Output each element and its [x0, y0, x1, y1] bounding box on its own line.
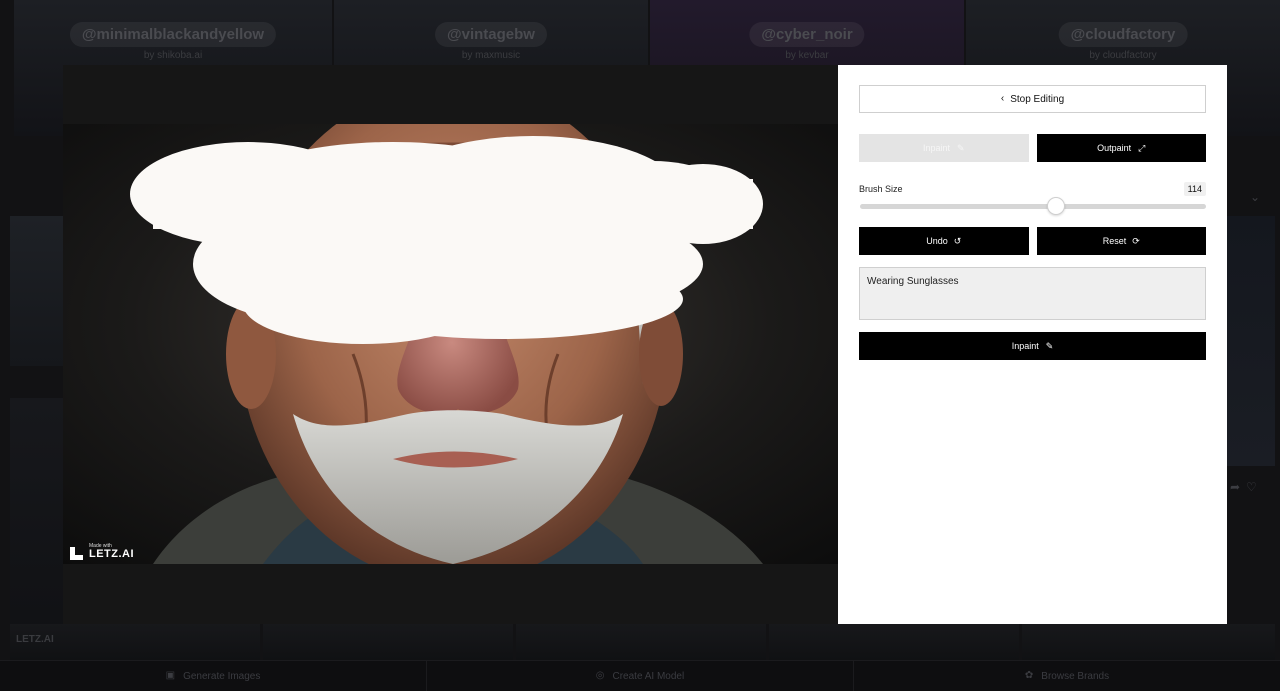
tile-handle: @minimalblackandyellow — [69, 22, 277, 47]
stop-editing-button[interactable]: ‹ Stop Editing — [859, 85, 1206, 113]
gallery-thumb — [1022, 624, 1275, 660]
watermark: LETZ.AI — [16, 634, 54, 645]
nav-generate-images[interactable]: ▣ Generate Images — [0, 661, 427, 691]
made-with-badge: Made with LETZ.AI — [70, 544, 134, 560]
gallery-thumb — [263, 624, 513, 660]
tile-author: by kevbar — [785, 50, 829, 61]
image-icon: ▣ — [165, 670, 176, 681]
inpaint-submit-button[interactable]: Inpaint ✎ — [859, 332, 1206, 360]
brush-size-slider[interactable] — [859, 197, 1206, 215]
nav-label: Generate Images — [183, 670, 261, 682]
tile-author: by cloudfactory — [1089, 50, 1157, 61]
tile-author: by shikoba.ai — [143, 50, 203, 61]
canvas-pane: Made with LETZ.AI — [63, 65, 838, 624]
tile-handle: @vintagebw — [435, 22, 547, 47]
model-icon: ◎ — [595, 670, 605, 681]
edit-canvas[interactable] — [63, 124, 838, 564]
inpaint-submit-label: Inpaint — [1011, 341, 1039, 351]
inpaint-mode-label: Inpaint — [922, 143, 950, 153]
nav-browse-brands[interactable]: ✿ Browse Brands — [854, 661, 1280, 691]
nav-label: Create AI Model — [612, 670, 685, 682]
nav-create-ai-model[interactable]: ◎ Create AI Model — [427, 661, 854, 691]
chevron-left-icon: ‹ — [1000, 93, 1005, 104]
edit-panel: ‹ Stop Editing Inpaint ✎ Outpaint ⤢ Brus… — [838, 65, 1227, 624]
slider-track[interactable] — [860, 204, 1206, 209]
undo-button[interactable]: Undo ↺ — [859, 227, 1029, 255]
gallery-thumb — [10, 216, 64, 366]
brush-size-label: Brush Size — [859, 184, 903, 194]
refresh-icon: ⟳ — [1132, 235, 1140, 246]
gallery-thumb — [10, 398, 64, 648]
gallery-thumb — [516, 624, 766, 660]
outpaint-mode-button[interactable]: Outpaint ⤢ — [1036, 134, 1206, 162]
brush-icon: ✎ — [1045, 340, 1054, 351]
slider-thumb[interactable] — [1047, 197, 1065, 215]
inpaint-mode-button[interactable]: Inpaint ✎ — [859, 134, 1029, 162]
chevron-down-icon: ⌄ — [1250, 190, 1261, 204]
gallery-thumb — [769, 624, 1019, 660]
undo-icon: ↺ — [953, 235, 962, 246]
tile-author: by maxmusic — [461, 50, 521, 61]
outpaint-mode-label: Outpaint — [1097, 143, 1132, 153]
tile-handle: @cloudfactory — [1058, 22, 1188, 47]
nav-label: Browse Brands — [1041, 670, 1110, 682]
brand-label: LETZ.AI — [89, 548, 135, 560]
brush-size-value: 114 — [1183, 182, 1206, 196]
reset-label: Reset — [1102, 236, 1127, 246]
share-icon: ➦♡ — [1230, 480, 1263, 494]
portrait-image — [63, 124, 838, 564]
stop-editing-label: Stop Editing — [1010, 93, 1065, 105]
expand-icon: ⤢ — [1138, 142, 1146, 153]
tile-handle: @cyber_noir — [749, 22, 865, 47]
undo-label: Undo — [926, 236, 948, 246]
letz-logo-icon — [70, 547, 83, 560]
brush-icon: ✎ — [956, 142, 965, 153]
bottom-nav: ▣ Generate Images ◎ Create AI Model ✿ Br… — [0, 660, 1280, 691]
edit-modal: Made with LETZ.AI ‹ Stop Editing Inpaint… — [63, 65, 1227, 624]
reset-button[interactable]: Reset ⟳ — [1036, 227, 1206, 255]
brands-icon: ✿ — [1024, 670, 1034, 681]
gallery-thumb — [1227, 216, 1275, 466]
prompt-input[interactable]: Wearing Sunglasses — [859, 267, 1206, 320]
